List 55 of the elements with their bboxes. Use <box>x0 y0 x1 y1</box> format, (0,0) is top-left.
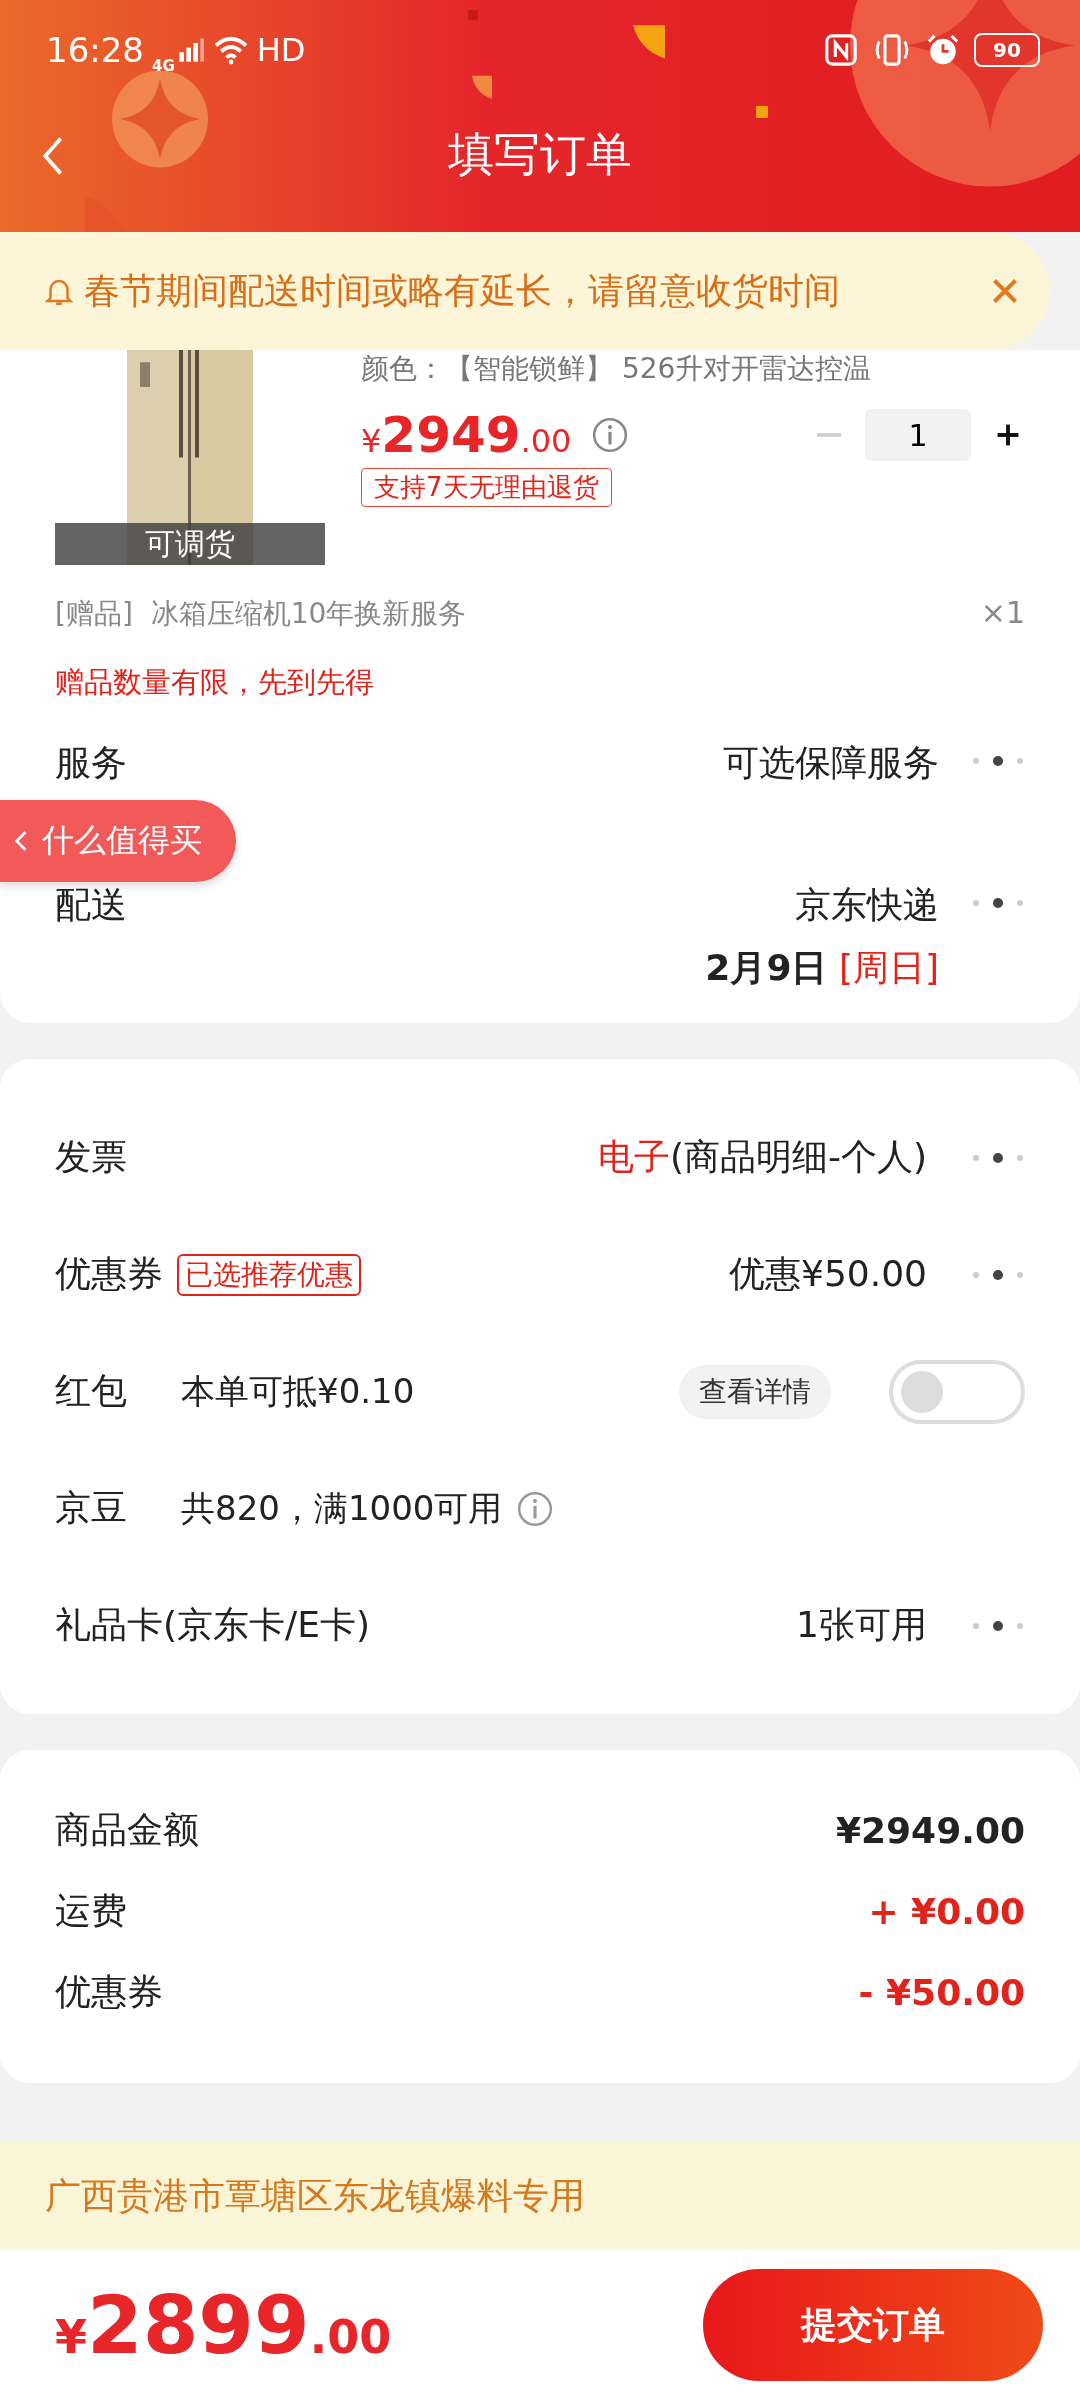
network-label: 4G <box>152 57 175 75</box>
more-icon[interactable] <box>971 897 1025 909</box>
info-icon[interactable] <box>516 1489 555 1528</box>
delivery-date: 2月9日 [周日] <box>705 946 939 990</box>
service-label: 服务 <box>55 741 127 785</box>
summary-amount: - ¥50.00 <box>858 1972 1025 2013</box>
product-price: ¥2949.00 <box>361 406 572 464</box>
option-label: 礼品卡(京东卡/E卡) <box>55 1603 370 1647</box>
summary-label: 优惠券 <box>55 1970 163 2014</box>
delivery-carrier[interactable]: 京东快递 <box>795 881 939 930</box>
return-tag: 支持7天无理由退货 <box>361 468 612 507</box>
option-label: 红包 <box>55 1369 127 1413</box>
total-price: ¥2899.00 <box>55 2278 392 2372</box>
alarm-icon <box>926 33 960 67</box>
more-icon[interactable] <box>971 755 1025 767</box>
wifi-icon <box>212 35 249 65</box>
summary-amount: ¥2949.00 <box>835 1810 1025 1851</box>
more-icon[interactable] <box>971 1268 1025 1281</box>
notice-text: 春节期间配送时间或略有延长，请留意收货时间 <box>84 268 841 313</box>
nfc-icon <box>824 33 858 67</box>
page-title: 填写订单 <box>448 126 632 183</box>
option-label: 优惠券 <box>55 1252 163 1296</box>
option-value[interactable]: 优惠¥50.00 <box>729 1250 927 1299</box>
option-description: 本单可抵¥0.10 <box>181 1369 415 1413</box>
summary-amount: + ¥0.00 <box>868 1891 1025 1932</box>
details-button[interactable]: 查看详情 <box>679 1364 831 1419</box>
service-value[interactable]: 可选保障服务 <box>723 739 939 788</box>
more-icon[interactable] <box>971 1619 1025 1632</box>
summary-label: 运费 <box>55 1889 127 1933</box>
option-label: 发票 <box>55 1135 127 1179</box>
gift-count: ×1 <box>980 595 1025 632</box>
option-label: 京豆 <box>55 1486 127 1530</box>
battery-icon: 90 <box>974 33 1040 67</box>
back-icon <box>42 136 64 176</box>
plus-icon <box>995 422 1021 448</box>
quantity-field[interactable]: 1 <box>865 409 971 461</box>
coupon-badge: 已选推荐优惠 <box>177 1253 361 1296</box>
address-text: 广西贵港市覃塘区东龙镇爆料专用 <box>45 2173 585 2218</box>
stock-label: 可调货 <box>55 523 325 565</box>
more-icon[interactable] <box>971 1151 1025 1164</box>
summary-label: 商品金额 <box>55 1808 199 1852</box>
product-spec: 颜色：【智能锁鲜】 526升对开雷达控温 <box>361 351 873 387</box>
gift-note: 赠品数量有限，先到先得 <box>55 664 375 701</box>
signal-icon <box>176 36 205 64</box>
submit-button[interactable]: 提交订单 <box>703 2269 1043 2381</box>
hd-label: HD <box>256 31 306 69</box>
gift-name: [赠品] 冰箱压缩机10年换新服务 <box>55 596 467 632</box>
option-value[interactable]: 电子(商品明细-个人) <box>597 1133 927 1182</box>
option-description: 共820，满1000可用 <box>181 1486 503 1530</box>
info-icon[interactable] <box>591 416 630 454</box>
option-value[interactable]: 1张可用 <box>796 1601 927 1650</box>
status-time: 16:28 <box>46 30 144 70</box>
chevron-icon <box>14 830 28 852</box>
delivery-label: 配送 <box>55 883 127 927</box>
minus-icon <box>817 433 841 437</box>
